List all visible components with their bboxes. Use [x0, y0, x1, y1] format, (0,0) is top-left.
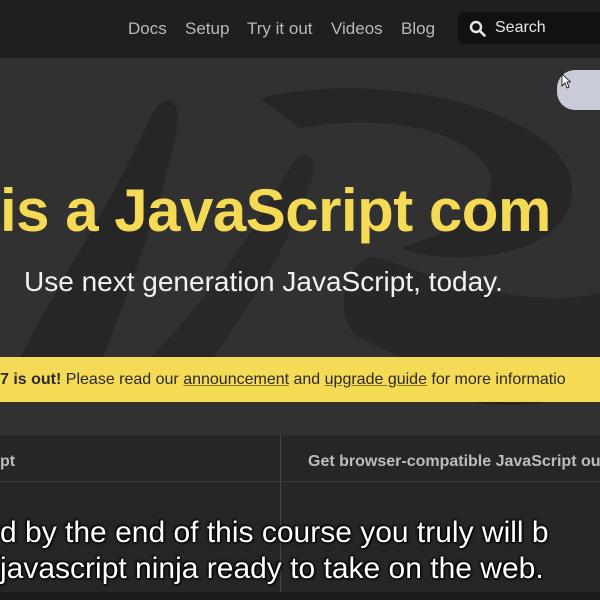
announcement-link[interactable]: announcement [183, 371, 289, 388]
nav-link-videos[interactable]: Videos [331, 19, 383, 39]
video-caption-line-2: javascript ninja ready to take on the we… [0, 552, 544, 585]
video-caption-line-1: d by the end of this course you truly wi… [0, 516, 549, 549]
banner-text-1: Please read our [61, 371, 184, 388]
search-label: Search [495, 19, 546, 36]
hero-subtitle: Use next generation JavaScript, today. [24, 266, 503, 297]
nav-link-blog[interactable]: Blog [401, 19, 435, 39]
banner-text-3: for more informatio [426, 371, 566, 388]
feature-divider-horizontal [0, 481, 600, 482]
nav-link-try-it-out[interactable]: Try it out [247, 19, 313, 39]
nav-link-setup[interactable]: Setup [185, 19, 229, 39]
upgrade-guide-link[interactable]: upgrade guide [325, 371, 427, 388]
banner-text-2: and [289, 371, 325, 388]
top-navigation-bar: Docs Setup Try it out Videos Blog Search [0, 0, 600, 58]
nav-link-docs[interactable]: Docs [128, 19, 167, 39]
browser-viewport: Docs Setup Try it out Videos Blog Search… [0, 0, 600, 600]
announcement-banner: 7 is out! Please read our announcement a… [0, 357, 600, 402]
hero-title: is a JavaScript com [0, 177, 551, 244]
feature-heading-right: Get browser-compatible JavaScript ou [308, 453, 600, 470]
taskbar-strip [0, 592, 600, 600]
mouse-pointer-icon [561, 73, 571, 89]
feature-heading-left: pt [0, 453, 16, 470]
search-button[interactable]: Search [458, 12, 600, 44]
search-icon [469, 20, 486, 37]
release-notice: 7 is out! [0, 371, 62, 388]
